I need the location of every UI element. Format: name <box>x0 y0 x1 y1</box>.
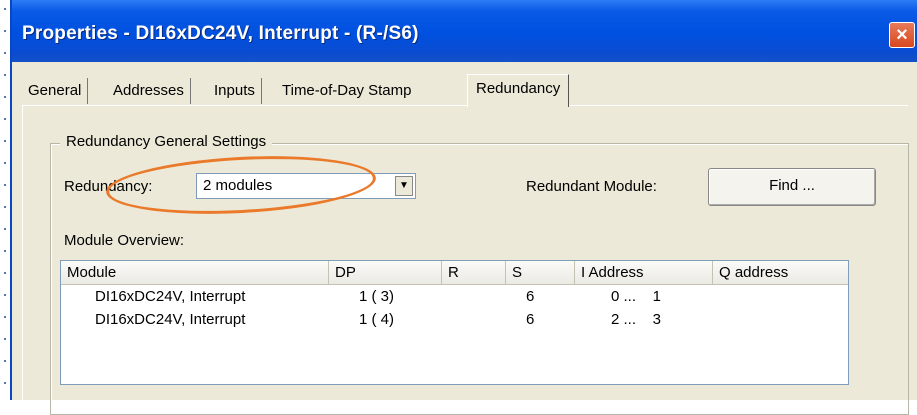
close-icon: × <box>896 24 908 46</box>
cell-i-address: 2 ... 3 <box>611 311 662 328</box>
tab-general[interactable]: General <box>22 78 89 104</box>
cell-s: 6 <box>526 288 535 305</box>
window-title: Properties - DI16xDC24V, Interrupt - (R-… <box>22 23 419 44</box>
tab-redundancy[interactable]: Redundancy <box>467 74 570 107</box>
redundancy-label: Redundancy: <box>64 178 153 195</box>
close-button[interactable]: × <box>889 22 915 48</box>
redundant-module-label: Redundant Module: <box>526 178 657 195</box>
tab-time-of-day-stamp[interactable]: Time-of-Day Stamp <box>276 78 417 104</box>
group-title: Redundancy General Settings <box>60 133 273 150</box>
title-bar[interactable]: Properties - DI16xDC24V, Interrupt - (R-… <box>12 0 917 62</box>
module-overview-table[interactable]: Module DP R S I Address Q address DI16xD… <box>60 260 849 385</box>
cell-dp: 1 ( 4) <box>359 311 395 328</box>
redundancy-value: 2 modules <box>203 177 273 194</box>
tab-addresses[interactable]: Addresses <box>107 78 191 104</box>
column-header-s[interactable]: S <box>506 261 575 285</box>
cell-i-address: 0 ... 1 <box>611 288 662 305</box>
chevron-down-icon[interactable]: ▼ <box>395 176 413 196</box>
background-desktop-strip <box>0 0 10 400</box>
column-header-r[interactable]: R <box>442 261 506 285</box>
cell-s: 6 <box>526 311 535 328</box>
find-button[interactable]: Find ... <box>708 168 876 206</box>
column-header-module[interactable]: Module <box>61 261 329 285</box>
module-overview-label: Module Overview: <box>64 232 185 249</box>
cell-module: DI16xDC24V, Interrupt <box>95 311 246 328</box>
tab-inputs[interactable]: Inputs <box>208 78 262 104</box>
cell-dp: 1 ( 3) <box>359 288 395 305</box>
redundancy-dropdown[interactable]: 2 modules ▼ <box>196 173 416 199</box>
column-header-dp[interactable]: DP <box>329 261 442 285</box>
cell-module: DI16xDC24V, Interrupt <box>95 288 246 305</box>
column-header-i-address[interactable]: I Address <box>575 261 713 285</box>
column-header-q-address[interactable]: Q address <box>713 261 848 285</box>
